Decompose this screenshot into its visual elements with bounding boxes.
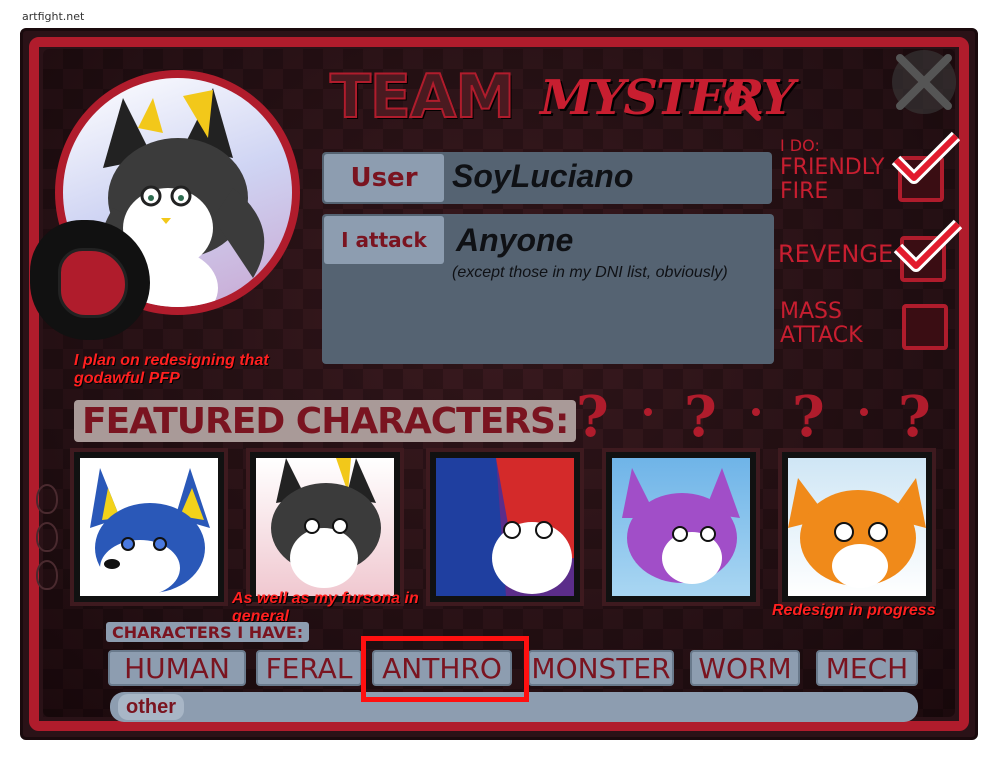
dot-separator: [644, 408, 652, 416]
dot-separator: [860, 408, 868, 416]
other-label: other: [118, 694, 184, 720]
question-mark-icon: ?: [684, 384, 717, 450]
mask-icon: [36, 560, 58, 590]
crossed-tools-icon: [892, 50, 956, 114]
anthro-highlight: [361, 636, 529, 702]
username-value[interactable]: SoyLuciano: [452, 158, 633, 195]
character-portrait: [80, 458, 218, 596]
featured-character-4[interactable]: [602, 448, 760, 606]
option-label-friendly-fire: FRIENDLY FIRE: [780, 155, 885, 204]
attack-label: I attack: [324, 216, 444, 264]
redesign-note: Redesign in progress: [772, 602, 936, 619]
featured-character-3[interactable]: [426, 448, 584, 606]
featured-character-1[interactable]: [70, 448, 228, 606]
attack-note: (except those in my DNI list, obviously): [452, 264, 728, 281]
question-mark-icon: ?: [792, 384, 825, 450]
do-heading: I DO:: [780, 136, 820, 155]
featured-character-5[interactable]: [778, 448, 936, 606]
avatar-note: I plan on redesigning that godawful PFP: [74, 352, 269, 387]
character-portrait: [436, 458, 574, 596]
fursona-note: As well as my fursona in general: [232, 590, 419, 625]
question-mark-icon: ?: [576, 384, 609, 450]
option-label-mass-attack: MASS ATTACK: [780, 299, 863, 348]
checkmark-icon: [891, 131, 960, 184]
type-worm[interactable]: WORM: [690, 650, 800, 686]
question-mark-icon: ?: [898, 384, 931, 450]
featured-character-2[interactable]: [246, 448, 404, 606]
option-label-revenge: REVENGE: [778, 240, 894, 268]
site-label: artfight.net: [22, 10, 85, 23]
mask-icon: [36, 522, 58, 552]
checkmark-icon: [893, 219, 962, 272]
featured-title: FEATURED CHARACTERS:: [74, 400, 577, 442]
attack-value: Anyone: [456, 222, 574, 258]
dot-separator: [752, 408, 760, 416]
type-human[interactable]: HUMAN: [108, 650, 246, 686]
character-portrait: [612, 458, 750, 596]
character-portrait: [788, 458, 926, 596]
avatar-blob-core: [58, 248, 128, 318]
type-mech[interactable]: MECH: [816, 650, 918, 686]
character-portrait: [256, 458, 394, 596]
checkbox-mass-attack[interactable]: [902, 304, 948, 350]
magnifier-icon: [724, 84, 761, 121]
type-monster[interactable]: MONSTER: [528, 650, 674, 686]
title-team: TEAM: [329, 61, 516, 133]
characters-have-label: CHARACTERS I HAVE:: [106, 622, 310, 642]
type-feral[interactable]: FERAL: [256, 650, 362, 686]
mask-icon: [36, 484, 58, 514]
user-label: User: [324, 154, 444, 202]
